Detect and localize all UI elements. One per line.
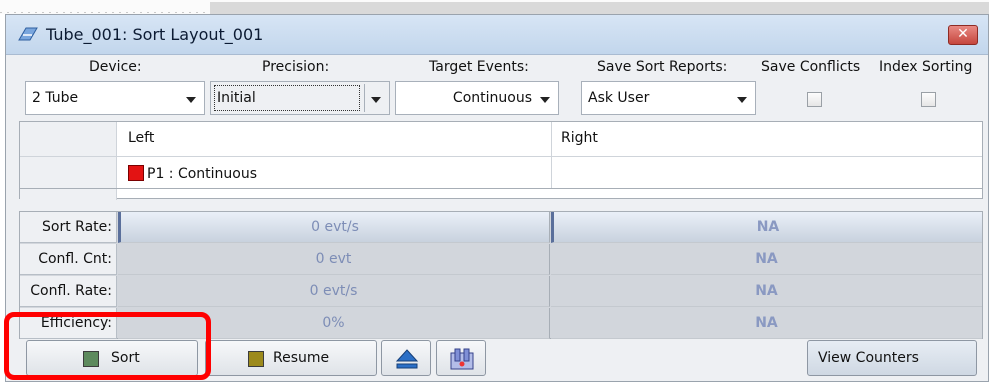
chevron-down-icon	[540, 97, 550, 103]
precision-header: Precision:	[262, 59, 330, 75]
index-sorting-header: Index Sorting	[879, 59, 973, 75]
resume-button-label: Resume	[273, 350, 330, 366]
highlight-annotation	[4, 312, 211, 380]
save-sort-reports-value: Ask User	[588, 90, 650, 106]
background-strip	[0, 0, 989, 14]
title-bar[interactable]: Tube_001: Sort Layout_001 ✕	[6, 15, 988, 55]
resume-icon	[248, 351, 264, 367]
sort-layout-grid: Left Right P1 : Continuous	[19, 121, 983, 200]
na-value: NA	[755, 251, 778, 267]
conflict-rate-left: 0 evt/s	[118, 276, 550, 307]
conflict-count-right: NA	[551, 244, 982, 275]
sort-layout-icon	[18, 27, 38, 41]
view-counters-label: View Counters	[818, 350, 919, 366]
save-sort-reports-select[interactable]: Ask User	[581, 81, 756, 115]
view-counters-button[interactable]: View Counters	[807, 340, 977, 376]
tube-holder-button[interactable]	[436, 340, 486, 376]
save-conflicts-checkbox[interactable]	[807, 92, 822, 107]
background-ruler	[0, 12, 210, 13]
chevron-down-icon	[371, 97, 381, 103]
eject-icon	[395, 349, 419, 369]
na-value: NA	[756, 219, 780, 235]
target-events-header: Target Events:	[429, 59, 529, 75]
tube-holder-icon	[450, 348, 474, 370]
index-sorting-checkbox[interactable]	[921, 92, 936, 107]
grid-column-divider	[551, 122, 552, 188]
target-events-value: Continuous	[452, 90, 532, 106]
efficiency-right: NA	[551, 308, 982, 339]
na-value: NA	[755, 315, 778, 331]
device-select-value: 2 Tube	[32, 90, 79, 106]
resume-button[interactable]: Resume	[205, 340, 377, 376]
precision-divider	[364, 84, 365, 112]
conflict-rate-right: NA	[551, 276, 982, 307]
precision-focus-box: Initial	[214, 85, 360, 111]
grid-divider	[20, 188, 982, 189]
left-column-header[interactable]: Left	[128, 130, 154, 146]
sort-rate-right: NA	[551, 212, 982, 243]
left-population-cell[interactable]: P1 : Continuous	[128, 165, 257, 182]
conflict-rate-label: Confl. Rate:	[20, 276, 117, 307]
na-value: NA	[755, 283, 778, 299]
device-header: Device:	[89, 59, 142, 75]
eject-button[interactable]	[381, 340, 431, 376]
population-label: P1 : Continuous	[147, 166, 258, 182]
chevron-down-icon	[186, 97, 196, 103]
precision-select-value: Initial	[217, 90, 256, 106]
population-color-swatch	[128, 165, 144, 181]
device-select[interactable]: 2 Tube	[25, 81, 205, 115]
sort-rate-left: 0 evt/s	[118, 212, 550, 243]
grid-divider	[20, 156, 982, 157]
precision-select[interactable]: Initial	[210, 81, 390, 115]
sort-rate-label: Sort Rate:	[20, 212, 117, 243]
chevron-down-icon	[737, 97, 747, 103]
conflict-count-left: 0 evt	[118, 244, 550, 275]
save-conflicts-header: Save Conflicts	[761, 59, 861, 75]
close-button[interactable]: ✕	[948, 25, 978, 45]
right-column-header[interactable]: Right	[561, 130, 598, 146]
background-grey-bar	[210, 2, 989, 14]
conflict-count-label: Confl. Cnt:	[20, 244, 117, 275]
window-title: Tube_001: Sort Layout_001	[46, 25, 264, 44]
save-sort-reports-header: Save Sort Reports:	[597, 59, 728, 75]
target-events-select[interactable]: Continuous	[395, 81, 559, 115]
